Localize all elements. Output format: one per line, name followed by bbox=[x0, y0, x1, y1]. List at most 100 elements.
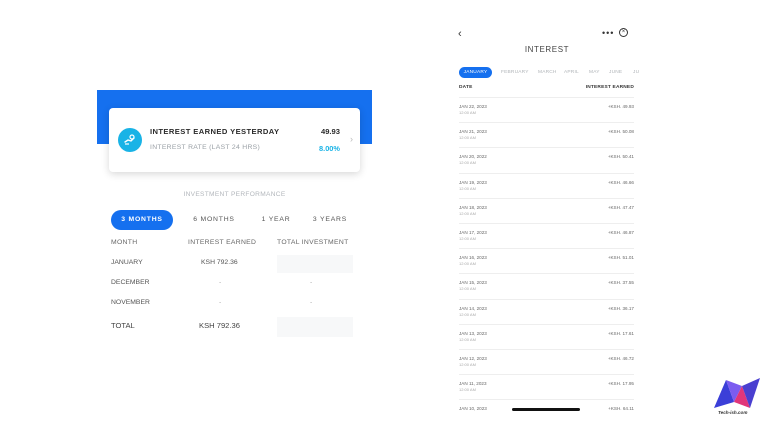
month-selector: JANUARY FEBRUARY MARCH APRIL MAY JUNE JU bbox=[459, 67, 642, 78]
list-item[interactable]: JAN 22, 2023 12:00 AM +KSH. 49.93 bbox=[459, 97, 634, 122]
period-tabs: 3 MONTHS 6 MONTHS 1 YEAR 3 YEARS bbox=[111, 210, 361, 230]
entry-time: 12:00 AM bbox=[459, 135, 476, 141]
month-tab-june[interactable]: JUNE bbox=[609, 67, 622, 78]
list-item[interactable]: JAN 11, 2023 12:00 AM +KSH. 17.95 bbox=[459, 374, 634, 399]
entry-date: JAN 22, 2023 bbox=[459, 104, 487, 109]
total-label: TOTAL bbox=[111, 321, 135, 330]
entry-amount: +KSH. 50.41 bbox=[607, 154, 634, 160]
back-chevron-icon[interactable]: ‹ bbox=[458, 28, 462, 40]
entry-amount: +KSH. 17.95 bbox=[607, 381, 634, 387]
section-title: INVESTMENT PERFORMANCE bbox=[183, 191, 286, 198]
entry-date: JAN 13, 2023 bbox=[459, 330, 487, 336]
total-interest: KSH 792.36 bbox=[199, 321, 240, 330]
card-title: INTEREST EARNED YESTERDAY bbox=[150, 127, 280, 136]
row-month: DECEMBER bbox=[111, 279, 150, 286]
month-tab-january[interactable]: JANUARY bbox=[459, 67, 492, 78]
home-indicator bbox=[512, 408, 580, 411]
entry-time: 12:00 AM bbox=[459, 235, 476, 241]
list-item[interactable]: JAN 14, 2023 12:00 AM +KSH. 36.17 bbox=[459, 298, 634, 324]
entry-date: JAN 15, 2023 bbox=[459, 280, 487, 286]
entry-amount: +KSH. 37.55 bbox=[607, 280, 634, 286]
close-circle-icon[interactable]: × bbox=[619, 28, 628, 37]
entry-amount: +KSH. 47.47 bbox=[607, 204, 634, 210]
entry-time: 12:00 AM bbox=[459, 261, 476, 267]
entry-time: 12:00 AM bbox=[459, 336, 476, 342]
tab-6-months[interactable]: 6 MONTHS bbox=[187, 210, 241, 230]
entry-date: JAN 19, 2023 bbox=[459, 179, 487, 185]
row-interest: - bbox=[219, 279, 222, 286]
list-item[interactable]: JAN 20, 2022 12:00 AM +KSH. 50.41 bbox=[459, 147, 634, 172]
header-interest-earned: INTEREST EARNED bbox=[188, 239, 257, 246]
entry-time: 12:00 AM bbox=[459, 185, 476, 191]
list-item[interactable]: JAN 10, 2023 +KSH. 64.11 bbox=[459, 399, 634, 424]
table-row: NOVEMBER - - bbox=[111, 299, 356, 319]
entry-date: JAN 16, 2023 bbox=[459, 255, 487, 261]
row-month: NOVEMBER bbox=[111, 299, 150, 306]
entry-amount: +KSH. 64.11 bbox=[608, 406, 634, 412]
list-item[interactable]: JAN 16, 2023 12:00 AM +KSH. 51.01 bbox=[459, 248, 634, 273]
entry-time: 12:00 AM bbox=[459, 311, 476, 317]
chevron-right-icon[interactable]: › bbox=[350, 134, 353, 144]
table-row: DECEMBER - - bbox=[111, 279, 356, 299]
list-item[interactable]: JAN 18, 2023 12:00 AM +KSH. 47.47 bbox=[459, 197, 634, 223]
entry-time: 12:00 AM bbox=[459, 361, 476, 367]
row-total-investment: - bbox=[310, 299, 313, 306]
entry-time: 12:00 AM bbox=[459, 210, 476, 216]
entry-amount: +KSH. 50.08 bbox=[607, 129, 634, 135]
month-tab-march[interactable]: MARCH bbox=[538, 67, 557, 78]
header-month: MONTH bbox=[111, 239, 138, 246]
entry-date: JAN 12, 2023 bbox=[459, 355, 487, 361]
table-row: JANUARY KSH 792.36 bbox=[111, 255, 356, 279]
screenshot-stage: INTEREST EARNED YESTERDAY 49.93 INTEREST… bbox=[0, 0, 780, 439]
month-tab-april[interactable]: APRIL bbox=[564, 67, 579, 78]
more-dots-icon[interactable]: ••• bbox=[602, 28, 614, 38]
entry-amount: +KSH. 46.72 bbox=[607, 355, 634, 361]
entry-date: JAN 17, 2023 bbox=[459, 229, 487, 235]
list-item[interactable]: JAN 15, 2023 12:00 AM +KSH. 37.55 bbox=[459, 273, 634, 298]
interest-rate-value: 8.00% bbox=[319, 144, 340, 153]
month-tab-february[interactable]: FEBRUARY bbox=[501, 67, 529, 78]
entry-amount: +KSH. 36.17 bbox=[607, 305, 634, 311]
tab-3-years[interactable]: 3 YEARS bbox=[307, 210, 353, 230]
entry-time: 12:00 AM bbox=[459, 160, 476, 166]
entry-amount: +KSH. 46.66 bbox=[607, 179, 634, 185]
entry-time: 12:00 AM bbox=[459, 387, 476, 393]
logo-text: Tech-ish.com bbox=[718, 410, 748, 415]
row-total-investment: - bbox=[310, 279, 313, 286]
tab-1-year[interactable]: 1 YEAR bbox=[255, 210, 297, 230]
page-title: INTEREST bbox=[524, 45, 570, 54]
header-date: DATE bbox=[459, 85, 473, 90]
entry-time: 12:00 AM bbox=[459, 110, 476, 115]
month-tab-may[interactable]: MAY bbox=[589, 67, 600, 78]
total-investment-placeholder bbox=[277, 255, 353, 273]
performance-table: MONTH INTEREST EARNED TOTAL INVESTMENT J… bbox=[111, 239, 356, 341]
list-item[interactable]: JAN 19, 2023 12:00 AM +KSH. 46.66 bbox=[459, 172, 634, 198]
month-tab-july[interactable]: JU bbox=[633, 67, 639, 78]
entry-date: JAN 20, 2022 bbox=[459, 154, 487, 160]
entry-time: 12:00 AM bbox=[459, 286, 476, 292]
entry-date: JAN 21, 2023 bbox=[459, 129, 487, 135]
total-investment-placeholder bbox=[277, 317, 353, 337]
list-header: DATE INTEREST EARNED bbox=[459, 85, 634, 90]
header-interest-earned: INTEREST EARNED bbox=[585, 85, 634, 90]
tab-3-months[interactable]: 3 MONTHS bbox=[111, 210, 173, 230]
entry-amount: +KSH. 49.93 bbox=[607, 104, 634, 109]
entry-amount: +KSH. 46.87 bbox=[607, 229, 634, 235]
row-interest: KSH 792.36 bbox=[201, 259, 238, 266]
investment-summary-panel: INTEREST EARNED YESTERDAY 49.93 INTEREST… bbox=[97, 90, 372, 350]
list-item[interactable]: JAN 12, 2023 12:00 AM +KSH. 46.72 bbox=[459, 348, 634, 374]
list-item[interactable]: JAN 17, 2023 12:00 AM +KSH. 46.87 bbox=[459, 222, 634, 248]
entry-date: JAN 11, 2023 bbox=[459, 381, 487, 387]
list-item[interactable]: JAN 21, 2023 12:00 AM +KSH. 50.08 bbox=[459, 122, 634, 147]
interest-earned-card[interactable]: INTEREST EARNED YESTERDAY 49.93 INTEREST… bbox=[109, 108, 360, 172]
table-total-row: TOTAL KSH 792.36 bbox=[111, 317, 356, 341]
list-item[interactable]: JAN 13, 2023 12:00 AM +KSH. 17.61 bbox=[459, 323, 634, 349]
entry-date: JAN 14, 2023 bbox=[459, 305, 487, 311]
interest-value: 49.93 bbox=[320, 127, 340, 136]
interest-list: JAN 22, 2023 12:00 AM +KSH. 49.93 JAN 21, … bbox=[459, 97, 634, 424]
entry-date: JAN 10, 2023 bbox=[459, 406, 487, 412]
interest-history-screen: ‹ ••• × INTEREST JANUARY FEBRUARY MARCH … bbox=[452, 24, 642, 424]
card-subtitle: INTEREST RATE (LAST 24 HRS) bbox=[150, 144, 261, 151]
row-month: JANUARY bbox=[111, 259, 143, 266]
entry-date: JAN 18, 2023 bbox=[459, 204, 487, 210]
